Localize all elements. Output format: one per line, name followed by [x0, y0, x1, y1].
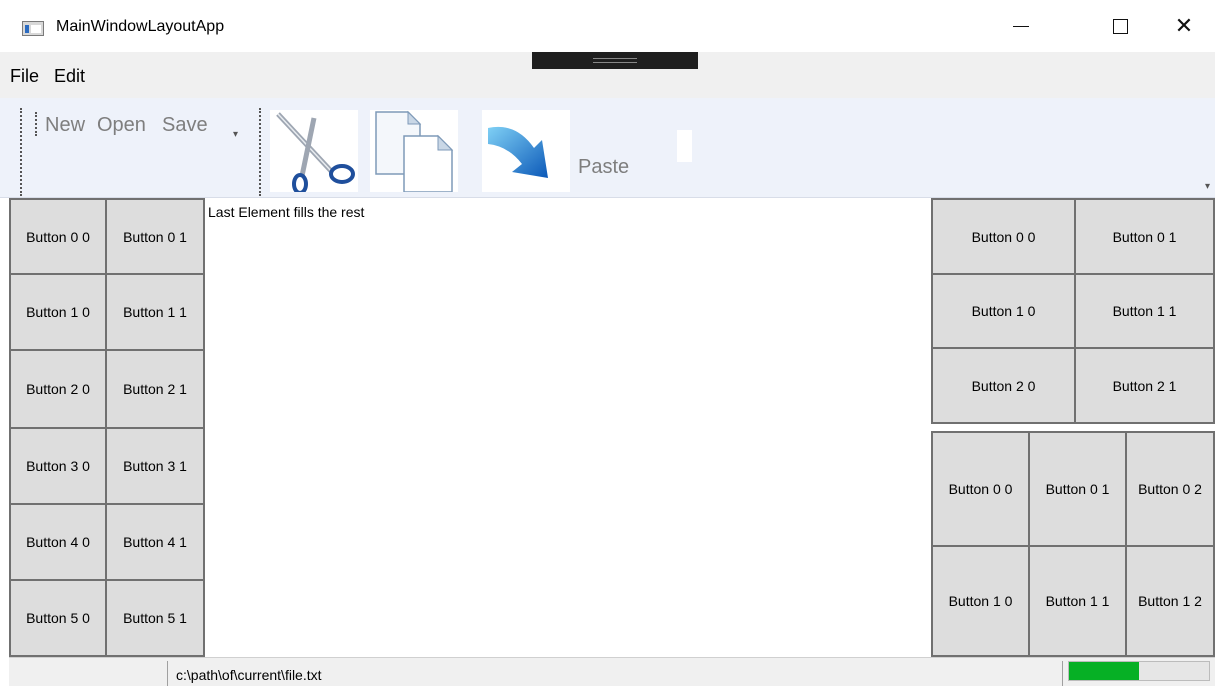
right-top-button-2-1[interactable]: Button 2 1 — [1074, 347, 1215, 424]
left-button-1-0[interactable]: Button 1 0 — [9, 273, 107, 351]
status-file-path: c:\path\of\current\file.txt — [176, 667, 322, 683]
left-button-3-0[interactable]: Button 3 0 — [9, 427, 107, 505]
right-bottom-button-0-2[interactable]: Button 0 2 — [1125, 431, 1215, 547]
copy-button[interactable] — [370, 110, 458, 193]
paste-arrow-icon — [488, 126, 548, 178]
title-bar: MainWindowLayoutApp ✕ — [0, 0, 1215, 52]
left-button-1-1[interactable]: Button 1 1 — [105, 273, 205, 351]
right-top-button-2-0[interactable]: Button 2 0 — [931, 347, 1076, 424]
left-button-2-1[interactable]: Button 2 1 — [105, 349, 205, 429]
open-button[interactable]: Open — [97, 114, 146, 137]
right-bottom-button-0-1[interactable]: Button 0 1 — [1028, 431, 1127, 547]
save-button[interactable]: Save — [162, 114, 208, 137]
left-button-3-1[interactable]: Button 3 1 — [105, 427, 205, 505]
minimize-button[interactable] — [986, 0, 1056, 52]
status-separator — [167, 661, 168, 686]
cut-button[interactable] — [270, 110, 358, 195]
new-button[interactable]: New — [45, 114, 85, 137]
right-bottom-button-1-2[interactable]: Button 1 2 — [1125, 545, 1215, 657]
left-button-4-0[interactable]: Button 4 0 — [9, 503, 107, 581]
right-bottom-button-1-0[interactable]: Button 1 0 — [931, 545, 1030, 657]
right-bottom-button-0-0[interactable]: Button 0 0 — [931, 431, 1030, 547]
paste-button[interactable] — [482, 110, 570, 192]
right-top-button-grid: Button 0 0 Button 0 1 Button 1 0 Button … — [931, 198, 1215, 424]
maximize-icon — [1112, 18, 1128, 34]
minimize-icon — [1013, 25, 1029, 27]
right-top-button-0-0[interactable]: Button 0 0 — [931, 198, 1076, 275]
toolbar-empty-slot — [677, 130, 692, 162]
right-bottom-button-1-1[interactable]: Button 1 1 — [1028, 545, 1127, 657]
left-button-0-1[interactable]: Button 0 1 — [105, 198, 205, 275]
left-button-2-0[interactable]: Button 2 0 — [9, 349, 107, 429]
close-icon: ✕ — [1174, 13, 1194, 39]
right-top-button-1-1[interactable]: Button 1 1 — [1074, 273, 1215, 349]
toolbar-tray-overflow-icon[interactable]: ▾ — [1205, 181, 1210, 192]
menu-edit[interactable]: Edit — [54, 66, 85, 87]
scissors-icon — [276, 112, 355, 195]
close-button[interactable]: ✕ — [1149, 0, 1215, 52]
left-button-4-1[interactable]: Button 4 1 — [105, 503, 205, 581]
maximize-button[interactable] — [1085, 0, 1155, 52]
progress-bar — [1068, 661, 1210, 681]
toolbar2-grip[interactable] — [259, 108, 263, 196]
toolbar-overflow-icon[interactable]: ▾ — [233, 129, 238, 140]
right-bottom-button-grid: Button 0 0 Button 0 1 Button 0 2 Button … — [931, 431, 1215, 657]
progress-bar-fill — [1069, 662, 1139, 680]
toolbar-tray — [0, 98, 1215, 198]
app-window-icon — [22, 21, 44, 36]
left-button-0-0[interactable]: Button 0 0 — [9, 198, 107, 275]
toolbar-grip-inner — [35, 112, 39, 136]
toolbar-grip[interactable] — [20, 108, 24, 196]
status-separator — [1062, 661, 1063, 686]
fill-content-text: Last Element fills the rest — [208, 204, 365, 220]
paste-label[interactable]: Paste — [578, 156, 629, 179]
left-button-grid: Button 0 0 Button 0 1 Button 1 0 Button … — [9, 198, 205, 657]
drag-grip-handle[interactable] — [532, 52, 698, 69]
copy-icon — [375, 110, 454, 193]
window-title: MainWindowLayoutApp — [56, 18, 225, 35]
left-button-5-0[interactable]: Button 5 0 — [9, 579, 107, 657]
right-top-button-0-1[interactable]: Button 0 1 — [1074, 198, 1215, 275]
left-button-5-1[interactable]: Button 5 1 — [105, 579, 205, 657]
menu-file[interactable]: File — [10, 66, 39, 87]
right-top-button-1-0[interactable]: Button 1 0 — [931, 273, 1076, 349]
